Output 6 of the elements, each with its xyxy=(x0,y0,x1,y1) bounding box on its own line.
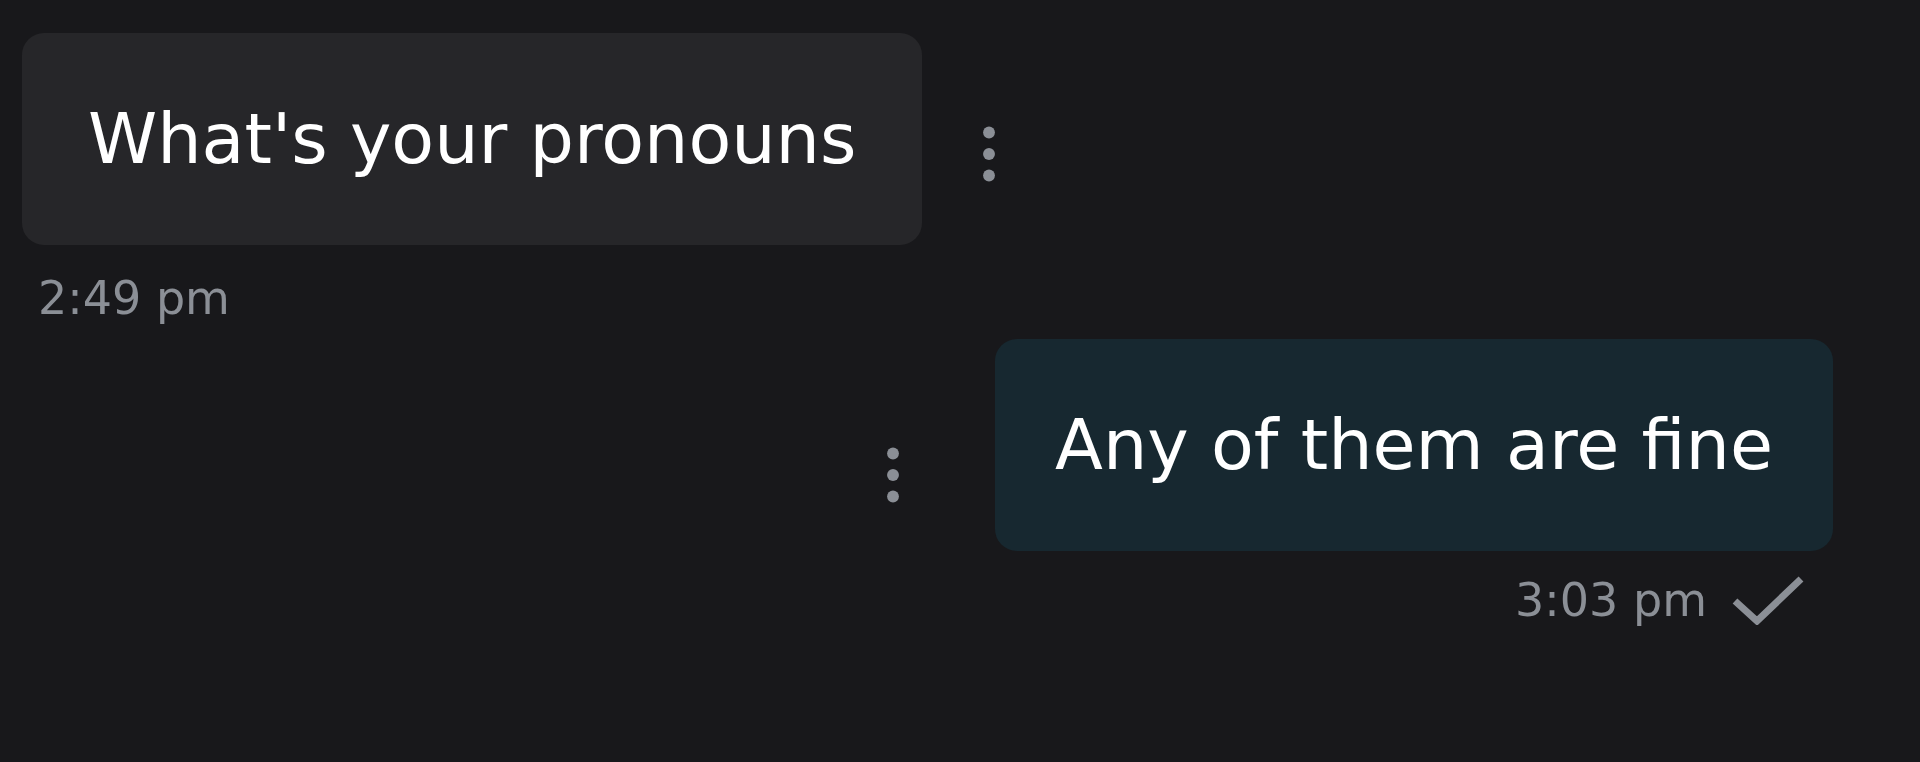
message-bubble: What's your pronouns xyxy=(22,33,923,245)
message-time: 2:49 pm xyxy=(38,271,230,325)
message-bubble: Any of them are fine xyxy=(995,339,1833,551)
more-options-icon[interactable] xyxy=(982,126,997,182)
message-time: 3:03 pm xyxy=(1515,573,1707,627)
more-options-icon[interactable] xyxy=(886,447,901,503)
